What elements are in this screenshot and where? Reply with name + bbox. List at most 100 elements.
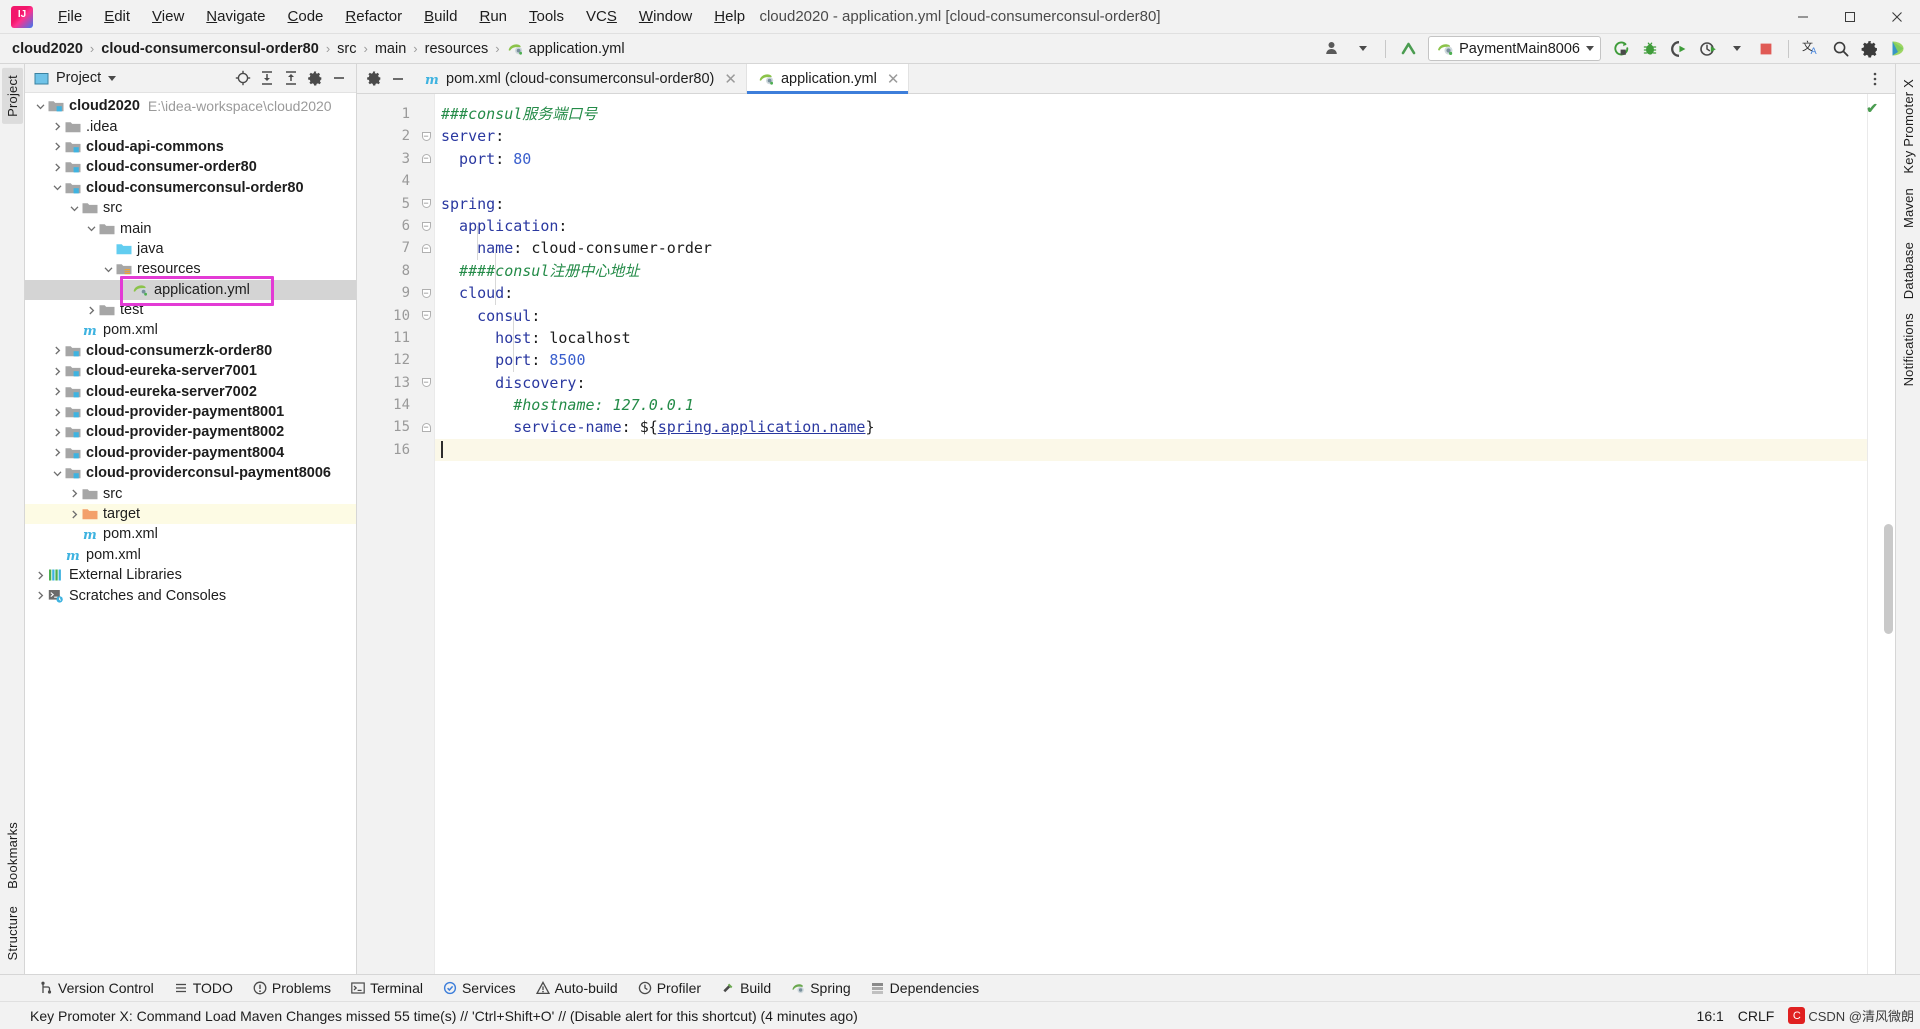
menu-edit[interactable]: Edit (93, 5, 141, 28)
menu-file[interactable]: File (47, 5, 93, 28)
menu-view[interactable]: View (141, 5, 195, 28)
tree-node[interactable]: cloud-provider-payment8001 (25, 402, 356, 422)
tree-node[interactable]: cloud-api-commons (25, 137, 356, 157)
tool-window-button-bookmarks[interactable]: Bookmarks (2, 815, 23, 896)
chevron-right-icon[interactable] (50, 387, 64, 396)
chevron-down-icon[interactable] (67, 204, 81, 213)
line-separator[interactable]: CRLF (1738, 1008, 1775, 1024)
more-options-button[interactable] (1864, 68, 1886, 89)
tree-node[interactable]: cloud-eureka-server7002 (25, 381, 356, 401)
code-folding-gutter[interactable]: − − − − − − − − − (418, 94, 435, 974)
fold-marker-expanded[interactable]: − (418, 305, 434, 327)
run-with-coverage-button[interactable] (1665, 37, 1692, 61)
run-button[interactable] (1607, 37, 1634, 61)
tree-node[interactable]: main (25, 218, 356, 238)
debug-button[interactable] (1636, 37, 1663, 61)
tool-window-auto-build[interactable]: Auto-build (527, 977, 627, 999)
tool-window-button-project[interactable]: Project (1, 68, 23, 124)
tree-node-selected[interactable]: application.yml (25, 279, 356, 300)
tree-node[interactable]: External Libraries (25, 565, 356, 585)
maximize-button[interactable] (1826, 0, 1873, 34)
menu-code[interactable]: Code (277, 5, 335, 28)
tool-window-profiler[interactable]: Profiler (629, 977, 710, 999)
tool-window-build[interactable]: Build (712, 977, 780, 999)
tree-node[interactable]: java (25, 239, 356, 259)
tree-node[interactable]: src (25, 198, 356, 218)
tree-node[interactable]: target (25, 503, 356, 525)
tree-node[interactable]: cloud-eureka-server7001 (25, 361, 356, 381)
close-icon[interactable]: ✕ (724, 70, 737, 88)
tool-window-button-structure[interactable]: Structure (2, 899, 23, 968)
tree-node[interactable]: cloud-provider-payment8004 (25, 443, 356, 463)
tree-node[interactable]: test (25, 300, 356, 320)
menu-vcs[interactable]: VCS (575, 5, 628, 28)
caret-position[interactable]: 16:1 (1697, 1008, 1724, 1024)
tree-node[interactable]: resources (25, 259, 356, 279)
profiler-button[interactable] (1694, 37, 1721, 61)
menu-tools[interactable]: Tools (518, 5, 575, 28)
chevron-right-icon[interactable] (50, 428, 64, 437)
hide-editor-button[interactable] (387, 68, 409, 89)
tree-node[interactable]: .idea (25, 116, 356, 136)
fold-marker-end[interactable]: − (418, 148, 434, 170)
tool-window-todo[interactable]: TODO (165, 977, 242, 999)
chevron-down-icon[interactable] (84, 224, 98, 233)
tool-window-button-database[interactable]: Database (1898, 235, 1919, 306)
tree-node[interactable]: m pom.xml (25, 545, 356, 565)
menu-navigate[interactable]: Navigate (195, 5, 276, 28)
search-everywhere-button[interactable] (1827, 37, 1854, 61)
panel-settings-button[interactable] (304, 68, 326, 89)
close-button[interactable] (1873, 0, 1920, 34)
translate-button[interactable]: 文A (1798, 37, 1825, 61)
tool-window-button-maven[interactable]: Maven (1898, 181, 1919, 235)
tool-window-version-control[interactable]: Version Control (30, 977, 163, 999)
tree-node[interactable]: Scratches and Consoles (25, 585, 356, 605)
close-icon[interactable]: ✕ (887, 70, 900, 88)
profiler-dropdown-icon[interactable] (1723, 37, 1750, 61)
breadcrumb-item-src[interactable]: src (337, 41, 356, 57)
menu-build[interactable]: Build (413, 5, 468, 28)
fold-marker-end[interactable]: − (418, 416, 434, 438)
error-marker-gutter[interactable]: ✔ (1866, 94, 1881, 974)
user-avatar-icon[interactable] (1320, 37, 1347, 61)
user-dropdown-icon[interactable] (1349, 37, 1376, 61)
tree-node[interactable]: cloud2020 E:\idea-workspace\cloud2020 (25, 96, 356, 116)
chevron-right-icon[interactable] (67, 489, 81, 498)
breadcrumb-item-resources[interactable]: resources (425, 41, 489, 57)
tool-window-problems[interactable]: Problems (244, 977, 340, 999)
chevron-right-icon[interactable] (50, 163, 64, 172)
tool-window-spring[interactable]: Spring (782, 977, 859, 999)
chevron-right-icon[interactable] (84, 306, 98, 315)
tree-node[interactable]: m pom.xml (25, 524, 356, 544)
run-configuration-selector[interactable]: PaymentMain8006 (1428, 36, 1601, 61)
chevron-down-icon[interactable] (50, 183, 64, 192)
chevron-down-icon[interactable] (33, 102, 47, 111)
chevron-down-icon[interactable] (108, 75, 117, 81)
menu-refactor[interactable]: Refactor (334, 5, 413, 28)
menu-window[interactable]: Window (628, 5, 703, 28)
tree-node[interactable]: cloud-consumer-order80 (25, 157, 356, 177)
tree-node[interactable]: cloud-consumerzk-order80 (25, 341, 356, 361)
project-tree[interactable]: cloud2020 E:\idea-workspace\cloud2020 .ide… (25, 93, 356, 974)
editor-tab-active[interactable]: application.yml ✕ (746, 64, 910, 94)
tool-window-button-key-promoter-x[interactable]: Key Promoter X (1898, 72, 1919, 181)
tool-window-dependencies[interactable]: Dependencies (862, 977, 989, 999)
collapse-all-button[interactable] (280, 68, 302, 89)
tree-node[interactable]: m pom.xml (25, 320, 356, 340)
hide-panel-button[interactable] (328, 68, 350, 89)
chevron-right-icon[interactable] (50, 142, 64, 151)
editor-viewport[interactable]: 1 2 3 4 5 6 7 8 9 10 11 12 13 14 15 16 − − − − − − − − − ###con… (357, 94, 1895, 974)
tree-node[interactable]: cloud-providerconsul-payment8006 (25, 463, 356, 483)
breadcrumb-item-application-yml[interactable]: application.yml (507, 41, 625, 57)
tool-window-terminal[interactable]: Terminal (342, 977, 432, 999)
tool-window-services[interactable]: Services (434, 977, 525, 999)
chevron-right-icon[interactable] (33, 571, 47, 580)
chevron-right-icon[interactable] (50, 367, 64, 376)
ide-helper-button[interactable] (1885, 37, 1912, 61)
menu-run[interactable]: Run (468, 5, 518, 28)
tree-node[interactable]: cloud-provider-payment8002 (25, 422, 356, 442)
update-arrow-icon[interactable] (1395, 37, 1422, 61)
tree-node[interactable]: src (25, 483, 356, 503)
breadcrumb-item-cloud2020[interactable]: cloud2020 (12, 41, 83, 57)
fold-marker-expanded[interactable]: − (418, 282, 434, 304)
